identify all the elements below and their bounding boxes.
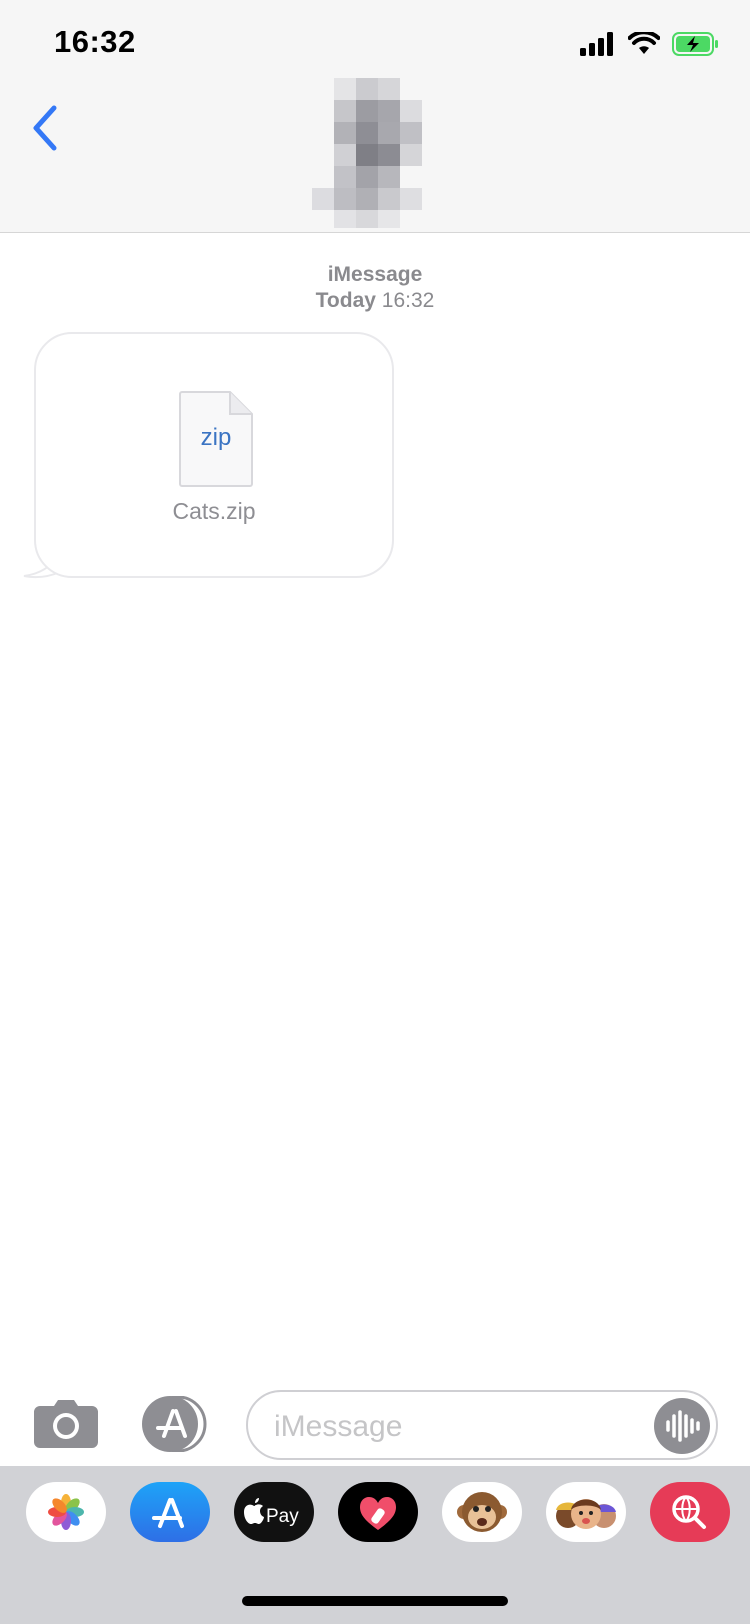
chevron-left-icon (33, 105, 57, 151)
file-name-label: Cats.zip (172, 498, 256, 524)
apple-pay-app-icon[interactable]: Pay (234, 1482, 314, 1542)
app-store-app-icon[interactable] (130, 1482, 210, 1542)
message-placeholder: iMessage (274, 1410, 403, 1443)
animoji-app-icon[interactable] (442, 1482, 522, 1542)
status-icons (580, 32, 720, 56)
service-label: iMessage (327, 263, 423, 286)
battery-charging-icon (672, 32, 718, 56)
memoji-app-icon[interactable] (546, 1482, 626, 1542)
app-drawer: Pay (0, 1466, 750, 1624)
photos-app-icon[interactable] (26, 1482, 106, 1542)
wifi-icon (628, 32, 660, 54)
camera-button[interactable] (34, 1398, 98, 1448)
cellular-signal-icon (580, 32, 613, 56)
home-indicator[interactable] (242, 1596, 508, 1606)
apple-pay-label: Pay (266, 1506, 299, 1527)
audio-message-button[interactable] (654, 1398, 710, 1454)
attachment-bubble[interactable]: zip Cats.zip (34, 332, 394, 578)
timestamp-time: 16:32 (381, 289, 435, 312)
composer-row: iMessage (0, 1386, 750, 1464)
waveform-icon (666, 1410, 700, 1442)
timestamp-day: Today (315, 289, 376, 312)
status-time: 16:32 (54, 24, 136, 59)
status-bar: 16:32 (0, 0, 750, 90)
back-button[interactable] (26, 100, 66, 156)
camera-icon (34, 1400, 98, 1448)
web-images-search-app-icon[interactable] (650, 1482, 730, 1542)
app-store-icon (142, 1395, 207, 1453)
contact-avatar[interactable] (312, 78, 452, 228)
conversation-meta: iMessage Today 16:32 (0, 262, 750, 314)
digital-touch-app-icon[interactable] (338, 1482, 418, 1542)
file-extension-label: zip (200, 424, 232, 451)
message-input[interactable]: iMessage (246, 1390, 718, 1460)
timestamp: Today 16:32 (0, 288, 750, 314)
apps-button[interactable] (140, 1395, 214, 1453)
